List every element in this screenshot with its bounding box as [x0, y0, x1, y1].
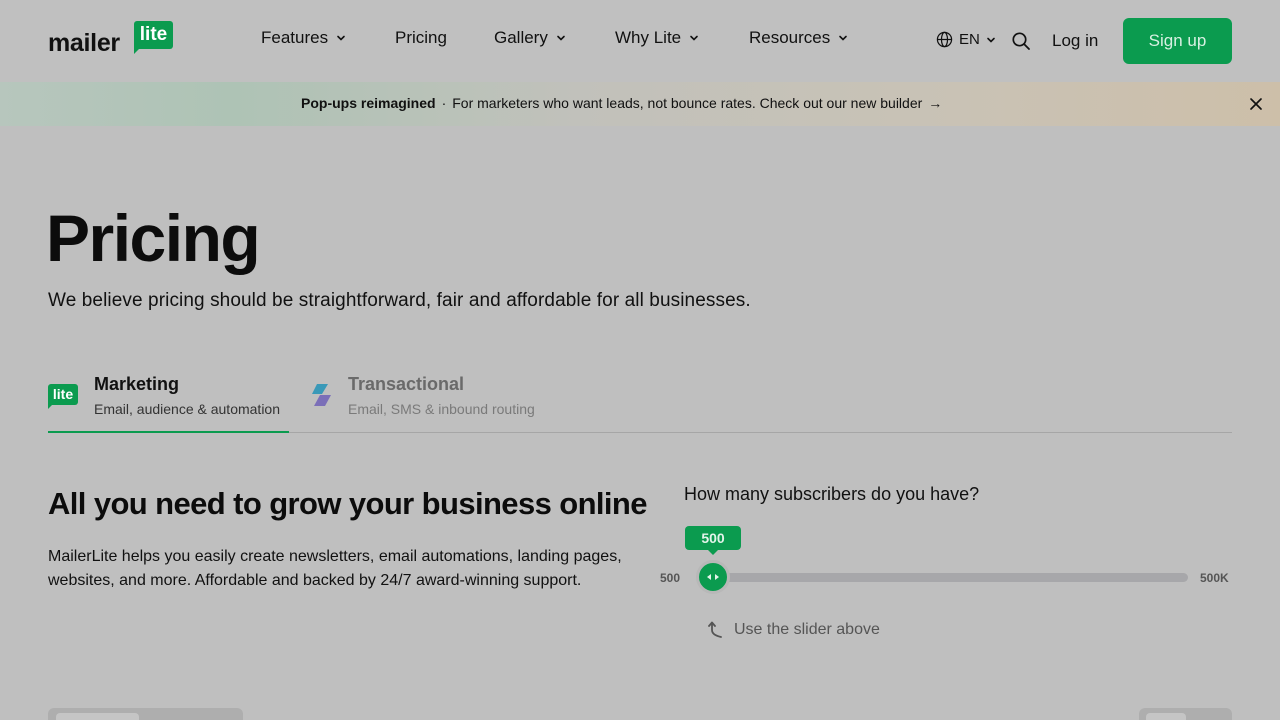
banner-separator: · — [441, 95, 447, 111]
currency-toggle-option[interactable] — [1146, 713, 1186, 720]
language-selector[interactable]: EN — [936, 31, 996, 48]
chevron-down-icon — [987, 37, 995, 43]
chevron-down-icon — [690, 35, 698, 41]
page-subtitle: We believe pricing should be straightfor… — [48, 290, 751, 311]
banner-headline: Pop-ups reimagined — [301, 95, 436, 111]
nav-item-pricing[interactable]: Pricing — [395, 28, 447, 48]
plan-toggle-option[interactable] — [56, 713, 139, 720]
slider-hint-text: Use the slider above — [734, 621, 880, 638]
plan-headline: All you need to grow your business onlin… — [48, 486, 648, 521]
slider-max-label: 500K — [1200, 571, 1229, 585]
nav-label: Resources — [749, 28, 831, 47]
nav-item-resources[interactable]: Resources — [749, 28, 848, 48]
chevron-down-icon — [839, 35, 848, 41]
nav-label: Features — [261, 28, 329, 47]
login-link[interactable]: Log in — [1052, 31, 1098, 51]
subscriber-slider-track[interactable] — [713, 573, 1188, 582]
announcement-banner[interactable]: Pop-ups reimagined · For marketers who w… — [0, 82, 1280, 126]
language-code: EN — [959, 31, 980, 48]
tab-subtitle: Email, SMS & inbound routing — [348, 401, 535, 417]
globe-icon — [936, 31, 953, 48]
signup-button[interactable]: Sign up — [1123, 18, 1232, 64]
subscriber-slider-thumb[interactable] — [696, 560, 730, 594]
nav-label: Gallery — [494, 28, 548, 47]
nav-label: Pricing — [395, 28, 447, 47]
slider-hint: Use the slider above — [708, 620, 880, 640]
banner-message: For marketers who want leads, not bounce… — [452, 95, 923, 111]
tab-subtitle: Email, audience & automation — [94, 401, 280, 417]
tab-title: Transactional — [348, 374, 465, 394]
tab-title: Marketing — [94, 374, 180, 394]
slider-arrows-icon — [707, 574, 719, 580]
tab-transactional[interactable]: Transactional Email, SMS & inbound routi… — [308, 372, 548, 432]
arrow-right-icon: → — [928, 95, 943, 111]
site-header: mailer lite Features Pricing Gallery Why… — [0, 0, 1280, 82]
nav-item-why-lite[interactable]: Why Lite — [615, 28, 699, 48]
plan-description: MailerLite helps you easily create newsl… — [48, 548, 622, 589]
curved-arrow-up-icon — [708, 621, 722, 638]
chevron-down-icon — [337, 35, 345, 41]
lite-badge-icon: lite — [48, 384, 78, 409]
chevron-down-icon — [557, 35, 565, 41]
slider-value-bubble: 500 — [685, 526, 741, 555]
banner-content[interactable]: Pop-ups reimagined · For marketers who w… — [301, 95, 942, 111]
nav-item-gallery[interactable]: Gallery — [494, 28, 566, 48]
slider-min-label: 500 — [660, 571, 681, 585]
active-tab-indicator — [48, 431, 289, 433]
transactional-bolt-icon — [312, 384, 331, 406]
tab-marketing[interactable]: lite Marketing Email, audience & automat… — [48, 372, 289, 432]
nav-item-features[interactable]: Features — [261, 28, 346, 48]
close-icon[interactable] — [1249, 97, 1263, 111]
search-icon[interactable] — [1011, 31, 1031, 51]
nav-label: Why Lite — [615, 28, 682, 47]
subscriber-question: How many subscribers do you have? — [684, 484, 980, 504]
page-title: Pricing — [46, 201, 261, 275]
